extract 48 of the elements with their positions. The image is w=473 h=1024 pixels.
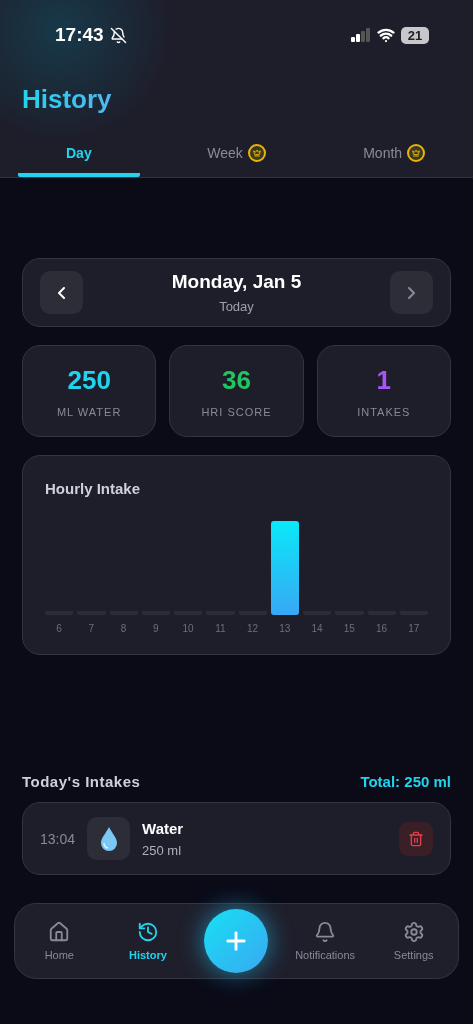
- stat-value: 1: [376, 364, 392, 396]
- hour-label: 6: [55, 623, 63, 634]
- nav-item[interactable]: Settings: [369, 921, 458, 961]
- nav-item[interactable]: Notifications: [280, 921, 370, 961]
- date-subtitle: Today: [219, 299, 254, 314]
- delete-button[interactable]: [399, 821, 433, 856]
- intake-time: 13:04: [40, 830, 76, 847]
- date-title: Monday, Jan 5: [171, 271, 302, 293]
- stat-label: INTAKES: [357, 405, 411, 418]
- nav-item[interactable]: History: [103, 921, 193, 961]
- signal-icon: [351, 28, 371, 42]
- hour-label: 7: [87, 623, 96, 634]
- bell-off-icon: [109, 26, 127, 44]
- hour-label: 9: [152, 623, 160, 634]
- intake-amount: 250 ml: [142, 842, 183, 858]
- history-icon: [136, 921, 159, 943]
- stat-value: 250: [67, 364, 111, 396]
- settings-icon: [402, 921, 425, 943]
- hour-label: 16: [375, 623, 389, 634]
- nav-item[interactable]: Home: [15, 921, 104, 961]
- period-tab[interactable]: Week: [175, 133, 298, 177]
- stat-label: ML WATER: [56, 405, 122, 418]
- drop-icon: [87, 817, 131, 860]
- stat-label: HRI SCORE: [201, 405, 272, 418]
- hour-label: 14: [310, 623, 324, 634]
- period-tab[interactable]: Month: [333, 133, 455, 177]
- chart-title: Hourly Intake: [45, 480, 142, 497]
- hour-label: 11: [214, 623, 227, 634]
- hour-label: 10: [181, 623, 195, 634]
- trash-icon: [408, 830, 424, 847]
- hour-label: 12: [246, 623, 260, 634]
- battery-level: 21: [401, 26, 429, 44]
- home-icon: [48, 921, 71, 943]
- hour-label: 17: [407, 623, 421, 634]
- add-button[interactable]: [204, 909, 269, 973]
- intake-name: Water: [142, 819, 185, 837]
- hour-label: 15: [342, 623, 356, 634]
- stat-value: 36: [222, 364, 251, 396]
- hour-label: 13: [278, 623, 292, 634]
- chevron-left-icon: [58, 286, 65, 299]
- period-tab[interactable]: Day: [18, 133, 140, 177]
- section-title: Today's Intakes: [22, 773, 141, 790]
- hour-label: 8: [119, 623, 128, 634]
- chevron-right-icon: [408, 286, 415, 299]
- bell-icon: [314, 921, 337, 943]
- total-amount: Total: 250 ml: [360, 773, 451, 790]
- status-time: 17:43: [55, 24, 104, 46]
- wifi-icon: [377, 26, 395, 44]
